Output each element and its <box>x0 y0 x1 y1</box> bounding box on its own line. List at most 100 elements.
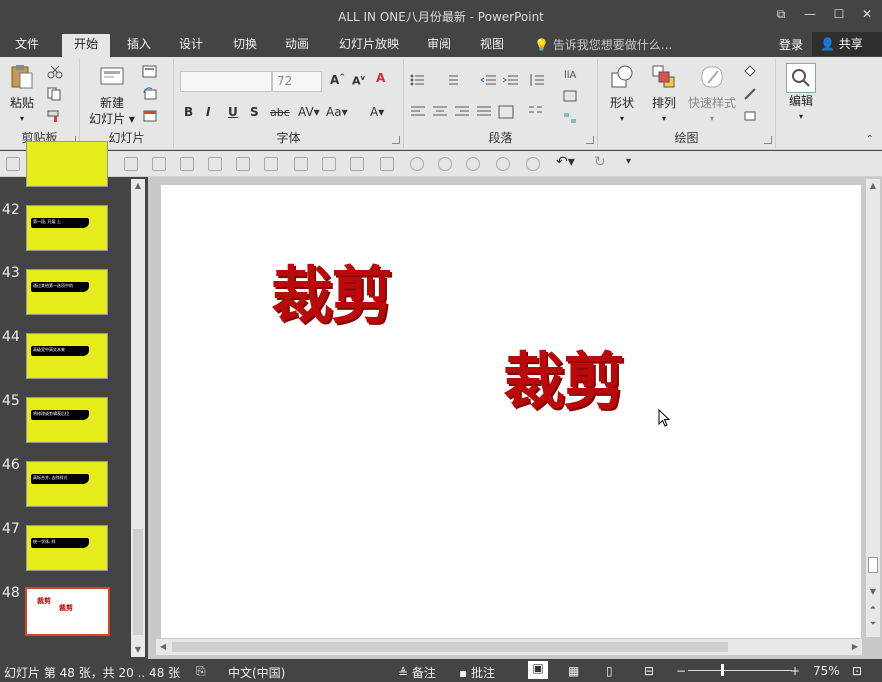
tab-slideshow[interactable]: 幻灯片放映 <box>333 34 405 57</box>
scroll-up-icon[interactable]: ▲ <box>131 179 145 193</box>
next-slide-icon[interactable]: ⏷ <box>866 617 880 631</box>
editing-button[interactable]: 编辑 ▾ <box>784 63 818 125</box>
merge-subtract-icon[interactable] <box>526 157 540 171</box>
maximize-icon[interactable]: ☐ <box>828 4 850 24</box>
reading-view-icon[interactable]: ▯ <box>606 664 613 678</box>
cut-icon[interactable] <box>46 65 64 79</box>
text-direction-icon[interactable]: llA <box>562 67 580 81</box>
reset-slide-icon[interactable] <box>142 87 160 101</box>
align-right-icon[interactable] <box>454 105 472 119</box>
customize-toolbar-icon[interactable]: ▾ <box>626 156 631 167</box>
zoom-slider[interactable] <box>688 670 792 671</box>
zoom-slider-handle[interactable] <box>721 664 724 676</box>
slide-thumbnail[interactable]: 高标合并, 去除样式 <box>26 461 108 507</box>
font-color-icon[interactable]: A▾ <box>370 105 384 119</box>
align-top-objects-icon[interactable] <box>208 157 222 171</box>
undo-icon[interactable]: ↶▾ <box>556 154 575 170</box>
bullets-icon[interactable] <box>410 73 428 87</box>
slide-thumbnail[interactable]: 统一字体, 样 <box>26 525 108 571</box>
share-button[interactable]: 👤 共享 <box>812 32 882 56</box>
tab-home[interactable]: 开始 <box>62 34 110 57</box>
zoom-in-icon[interactable]: + <box>790 664 800 678</box>
distribute-vertical-icon[interactable] <box>322 157 336 171</box>
normal-view-icon[interactable]: ▣ <box>528 661 548 679</box>
tab-review[interactable]: 审阅 <box>418 34 460 57</box>
redo-icon[interactable]: ↻ <box>594 154 606 170</box>
font-dialog-launcher[interactable] <box>392 136 400 144</box>
align-left-icon[interactable] <box>410 105 428 119</box>
fit-to-window-icon[interactable]: ⊡ <box>852 664 862 678</box>
previous-slide-icon[interactable]: ⏶ <box>866 601 880 615</box>
comments-button[interactable]: ▪ 批注 <box>459 664 495 681</box>
merge-combine-icon[interactable] <box>438 157 452 171</box>
merge-union-icon[interactable] <box>410 157 424 171</box>
drawing-dialog-launcher[interactable] <box>764 136 772 144</box>
font-name-combobox[interactable] <box>180 71 272 92</box>
section-icon[interactable] <box>142 109 160 123</box>
justify-icon[interactable] <box>476 105 494 119</box>
shadow-icon[interactable]: S <box>250 105 259 119</box>
thumbnail-scroll-thumb[interactable] <box>133 529 143 635</box>
strikethrough-icon[interactable]: abc <box>270 106 290 119</box>
shapes-button[interactable]: 形状 ▾ <box>602 63 642 127</box>
clear-formatting-icon[interactable]: A <box>376 71 385 85</box>
language-indicator[interactable]: 中文(中国) <box>228 664 285 681</box>
decrease-indent-icon[interactable] <box>480 73 498 87</box>
slide-thumbnail[interactable]: 高级里中高文本来 <box>26 333 108 379</box>
notes-button[interactable]: ≜ 备注 <box>398 664 436 681</box>
line-spacing-icon[interactable] <box>528 73 546 87</box>
align-right-objects-icon[interactable] <box>180 157 194 171</box>
character-spacing-icon[interactable]: AV▾ <box>298 105 320 119</box>
zoom-out-icon[interactable]: − <box>676 664 686 678</box>
decrease-font-size-icon[interactable]: Av <box>352 74 365 88</box>
shape-fill-icon[interactable] <box>742 65 760 79</box>
increase-font-size-icon[interactable]: A^ <box>330 73 345 87</box>
paste-button[interactable]: 粘贴 ▾ <box>4 63 40 127</box>
paragraph-dialog-launcher[interactable] <box>586 136 594 144</box>
tab-transitions[interactable]: 切换 <box>224 34 266 57</box>
scroll-down-icon[interactable]: ▼ <box>866 585 880 599</box>
merge-intersect-icon[interactable] <box>496 157 510 171</box>
slide-thumbnail[interactable]: 第一段, 开展 上 <box>26 205 108 251</box>
collapse-ribbon-icon[interactable]: ⌃ <box>866 134 874 145</box>
ribbon-display-options-icon[interactable]: ⧉ <box>770 4 792 24</box>
slide-text-2[interactable]: 裁剪 <box>503 331 625 421</box>
align-middle-objects-icon[interactable] <box>236 157 250 171</box>
format-painter-icon[interactable] <box>46 109 64 123</box>
font-size-combobox[interactable]: 72 <box>272 71 322 92</box>
eyedropper-icon[interactable] <box>6 157 20 171</box>
shape-outline-icon[interactable] <box>742 87 760 101</box>
editor-scroll-thumb[interactable] <box>868 557 878 573</box>
editor-horizontal-scrollbar[interactable]: ◀ ▶ <box>156 639 862 655</box>
smartart-icon[interactable] <box>562 111 580 125</box>
distributed-icon[interactable] <box>498 105 516 119</box>
merge-fragment-icon[interactable] <box>466 157 480 171</box>
scroll-right-icon[interactable]: ▶ <box>848 640 862 654</box>
scroll-up-icon[interactable]: ▲ <box>866 179 880 193</box>
quick-styles-button[interactable]: 快速样式 ▾ <box>686 63 738 127</box>
login-button[interactable]: 登录 <box>779 36 803 53</box>
slide-thumbnail[interactable]: 将修改或剪辑表后拉 <box>26 397 108 443</box>
increase-indent-icon[interactable] <box>502 73 520 87</box>
editor-vertical-scrollbar[interactable]: ▲ ▼ ⏶ ⏷ <box>866 179 880 637</box>
slide-thumbnail-41[interactable] <box>26 141 108 187</box>
align-text-icon[interactable] <box>562 89 580 103</box>
columns-icon[interactable] <box>528 105 546 119</box>
scroll-down-icon[interactable]: ▼ <box>131 643 145 657</box>
numbering-icon[interactable] <box>444 73 462 87</box>
scroll-left-icon[interactable]: ◀ <box>156 640 170 654</box>
underline-icon[interactable]: U <box>228 105 238 119</box>
horizontal-scroll-thumb[interactable] <box>172 642 728 652</box>
bold-icon[interactable]: B <box>184 105 193 119</box>
tab-view[interactable]: 视图 <box>471 34 513 57</box>
slide-thumbnail[interactable]: 通过其他第一选项中的 <box>26 269 108 315</box>
align-center-icon[interactable] <box>432 105 450 119</box>
align-bottom-objects-icon[interactable] <box>264 157 278 171</box>
tab-animations[interactable]: 动画 <box>276 34 318 57</box>
shape-effects-icon[interactable] <box>742 109 760 123</box>
slide-sorter-icon[interactable]: ▦ <box>568 664 579 678</box>
layout-icon[interactable] <box>142 65 160 79</box>
tab-insert[interactable]: 插入 <box>118 34 160 57</box>
italic-icon[interactable]: I <box>206 105 210 119</box>
tab-design[interactable]: 设计 <box>170 34 212 57</box>
